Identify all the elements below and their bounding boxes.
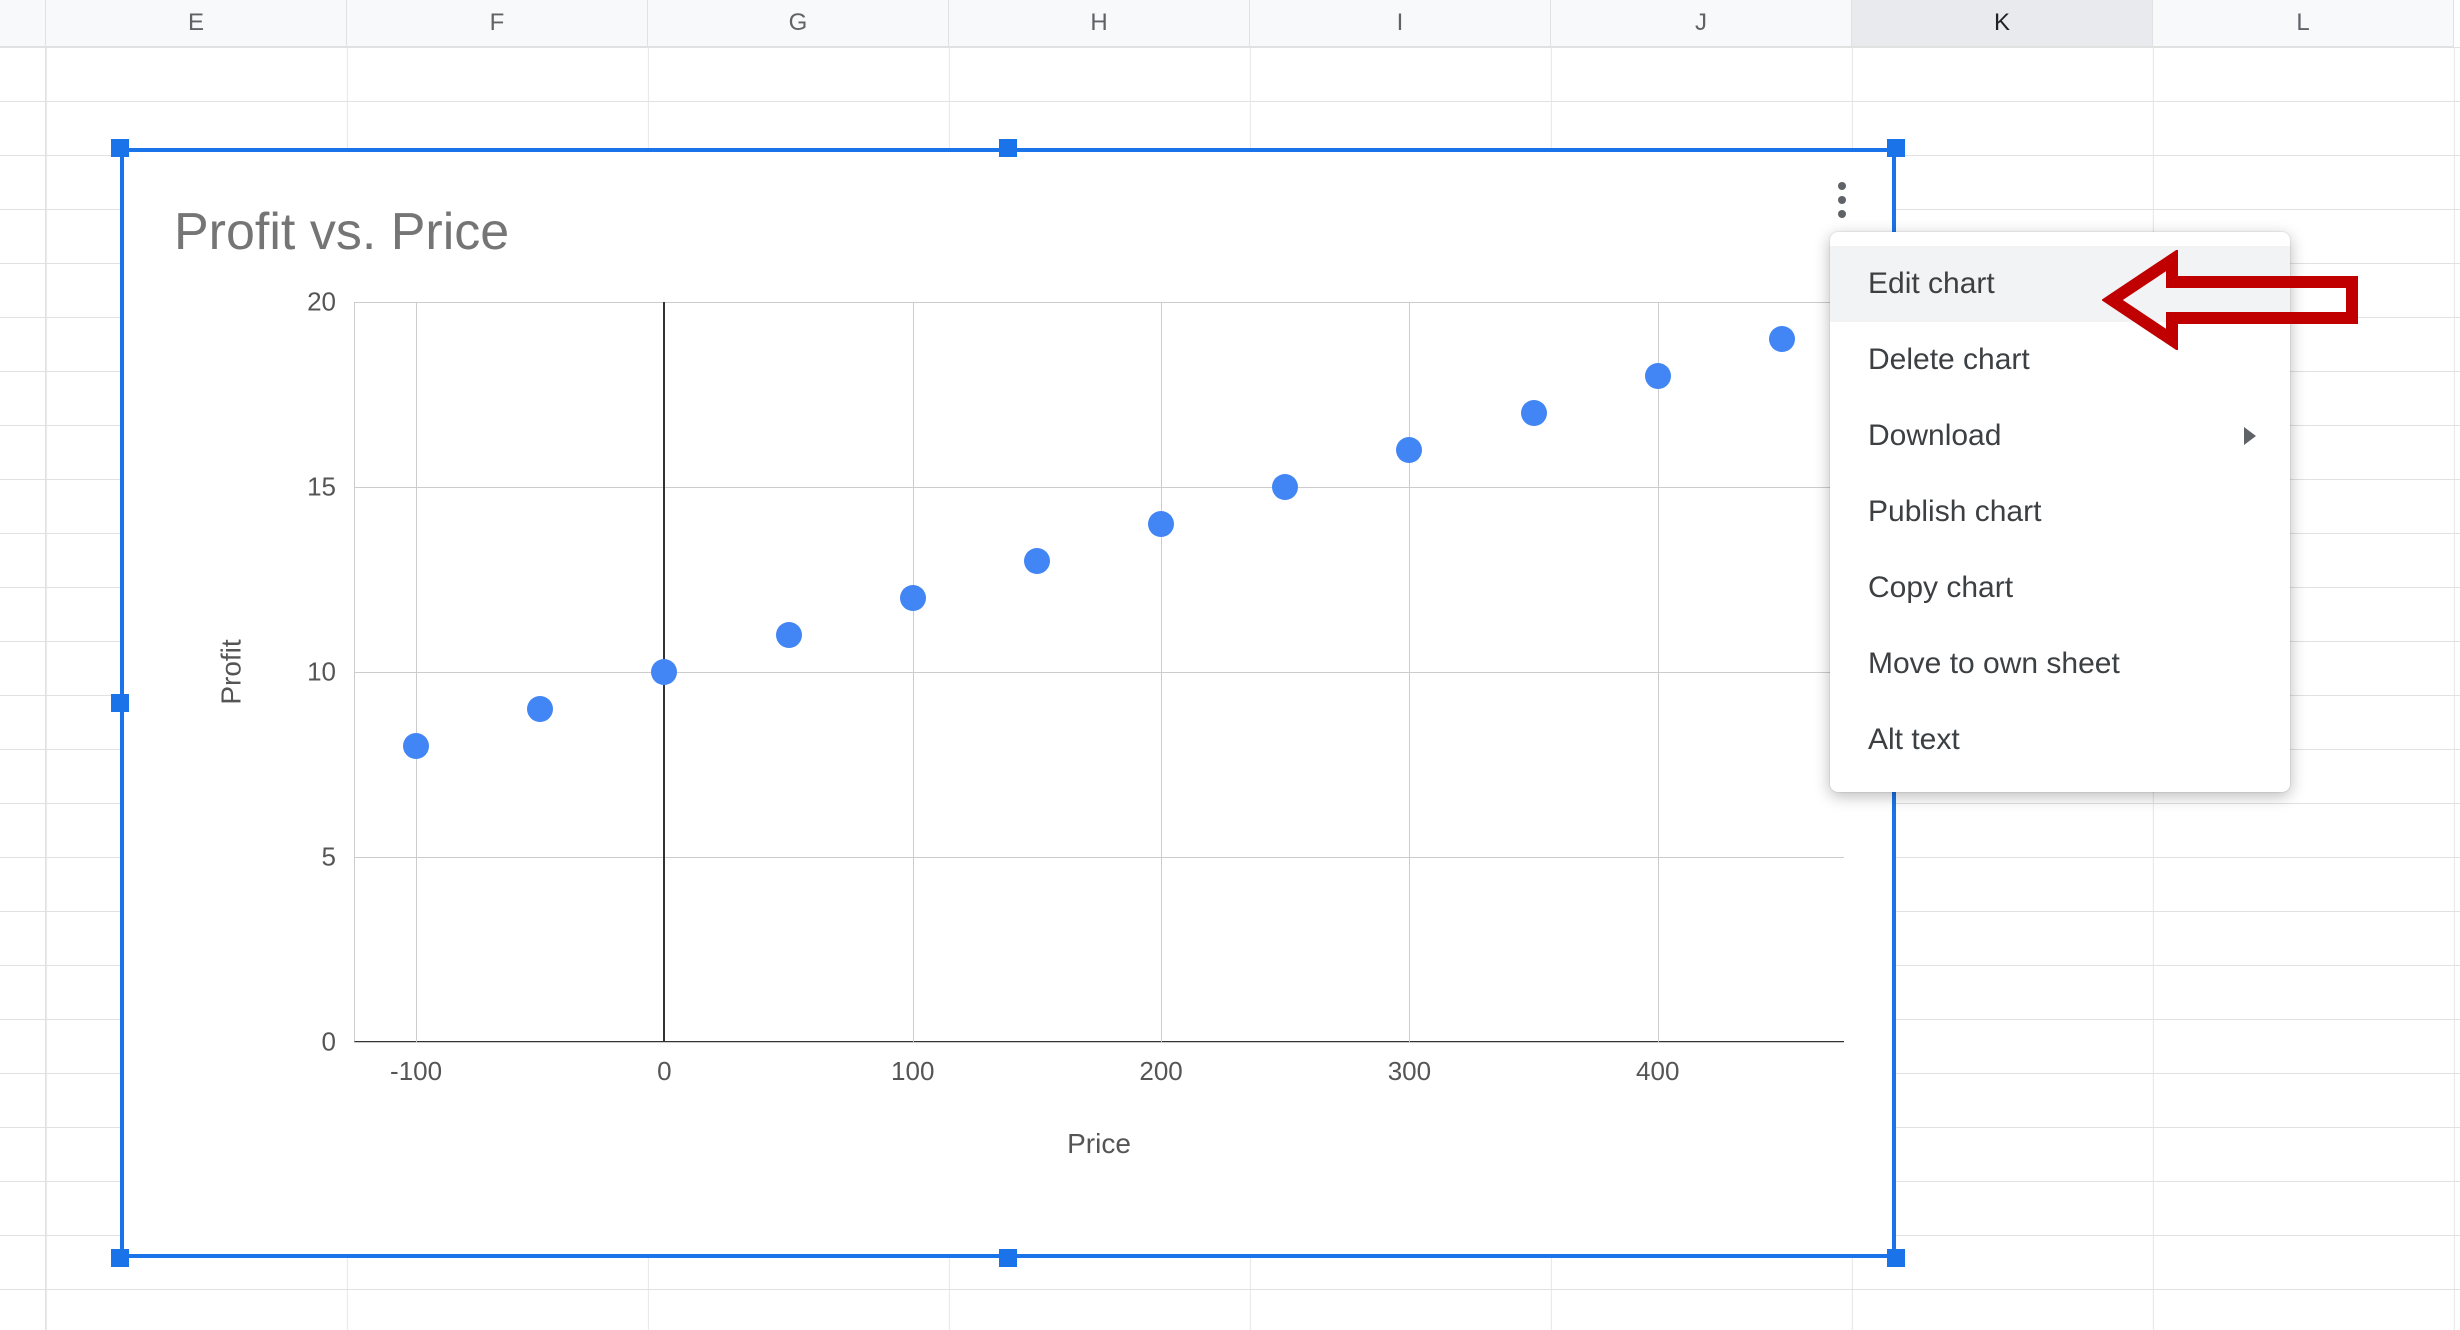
chart-data-point	[1272, 474, 1298, 500]
more-vertical-icon	[1838, 196, 1846, 204]
chart-gridline-h	[354, 857, 1844, 858]
resize-handle-bottom-left[interactable]	[111, 1249, 129, 1267]
chart-gridline-h	[354, 302, 1844, 303]
chart-x-tick: 100	[891, 1042, 934, 1087]
chart-data-point	[900, 585, 926, 611]
column-headers: E F G H I J K L	[0, 0, 2460, 47]
resize-handle-bottom-middle[interactable]	[999, 1249, 1017, 1267]
chart-data-point	[776, 622, 802, 648]
chart-data-point	[527, 696, 553, 722]
more-vertical-icon	[1838, 182, 1846, 190]
menu-item-download[interactable]: Download	[1830, 398, 2290, 474]
chart-gridline-h	[354, 487, 1844, 488]
more-vertical-icon	[1838, 210, 1846, 218]
chart-y-tick: 0	[322, 1027, 354, 1058]
column-header-G[interactable]: G	[648, 0, 949, 47]
menu-item-edit[interactable]: Edit chart	[1830, 246, 2290, 322]
chart-data-point	[1024, 548, 1050, 574]
chart-x-tick: 0	[657, 1042, 671, 1087]
chart-gridline-v	[1658, 302, 1659, 1042]
column-header-J[interactable]: J	[1551, 0, 1852, 47]
chart-data-point	[651, 659, 677, 685]
menu-item-delete[interactable]: Delete chart	[1830, 322, 2290, 398]
chart-data-point	[1521, 400, 1547, 426]
menu-item-label: Edit chart	[1868, 267, 1995, 301]
chart-data-point	[403, 733, 429, 759]
column-header-I[interactable]: I	[1250, 0, 1551, 47]
chart-gridline-h	[354, 672, 1844, 673]
chart-y-axis-label: Profit	[216, 639, 248, 704]
resize-handle-top-left[interactable]	[111, 139, 129, 157]
menu-item-label: Copy chart	[1868, 571, 2013, 605]
chart-gridline-v	[1409, 302, 1410, 1042]
resize-handle-middle-left[interactable]	[111, 694, 129, 712]
menu-item-copy[interactable]: Copy chart	[1830, 550, 2290, 626]
menu-item-publish[interactable]: Publish chart	[1830, 474, 2290, 550]
chart-gridline-v	[913, 302, 914, 1042]
chart-x-axis-label: Price	[1067, 1128, 1131, 1160]
chart-gridline-v	[1161, 302, 1162, 1042]
chart-title: Profit vs. Price	[174, 202, 509, 262]
menu-item-alt[interactable]: Alt text	[1830, 702, 2290, 778]
chart-y-tick: 10	[307, 657, 354, 688]
chart-x-tick: 300	[1388, 1042, 1431, 1087]
chart-more-options-button[interactable]	[1822, 176, 1862, 224]
menu-item-label: Move to own sheet	[1868, 647, 2120, 681]
chart-data-point	[1769, 326, 1795, 352]
chevron-right-icon	[2244, 427, 2256, 445]
chart-context-menu: Edit chart Delete chart Download Publish ch…	[1830, 232, 2290, 792]
column-header-H[interactable]: H	[949, 0, 1250, 47]
column-header-F[interactable]: F	[347, 0, 648, 47]
row-header-spacer	[0, 0, 46, 47]
chart-x-tick: 400	[1636, 1042, 1679, 1087]
resize-handle-bottom-right[interactable]	[1887, 1249, 1905, 1267]
resize-handle-top-right[interactable]	[1887, 139, 1905, 157]
chart-y-tick: 15	[307, 472, 354, 503]
chart-data-point	[1396, 437, 1422, 463]
menu-item-label: Download	[1868, 419, 2001, 453]
menu-item-label: Alt text	[1868, 723, 1960, 757]
chart-x-tick: -100	[390, 1042, 442, 1087]
chart-card: Profit vs. Price Profit Price 05101520-1…	[124, 152, 1892, 1254]
chart-gridline-h	[354, 1042, 1844, 1043]
column-header-K[interactable]: K	[1852, 0, 2153, 47]
chart-plot-area: Profit Price 05101520-1000100200300400	[354, 302, 1844, 1042]
menu-item-label: Delete chart	[1868, 343, 2030, 377]
chart-object[interactable]: Profit vs. Price Profit Price 05101520-1…	[120, 148, 1896, 1258]
chart-data-point	[1148, 511, 1174, 537]
column-header-L[interactable]: L	[2153, 0, 2454, 47]
menu-item-label: Publish chart	[1868, 495, 2041, 529]
chart-gridline-v	[416, 302, 417, 1042]
chart-y-tick: 20	[307, 287, 354, 318]
chart-data-point	[1645, 363, 1671, 389]
chart-y-tick: 5	[322, 842, 354, 873]
column-header-E[interactable]: E	[46, 0, 347, 47]
menu-item-move[interactable]: Move to own sheet	[1830, 626, 2290, 702]
resize-handle-top-middle[interactable]	[999, 139, 1017, 157]
chart-x-tick: 200	[1139, 1042, 1182, 1087]
